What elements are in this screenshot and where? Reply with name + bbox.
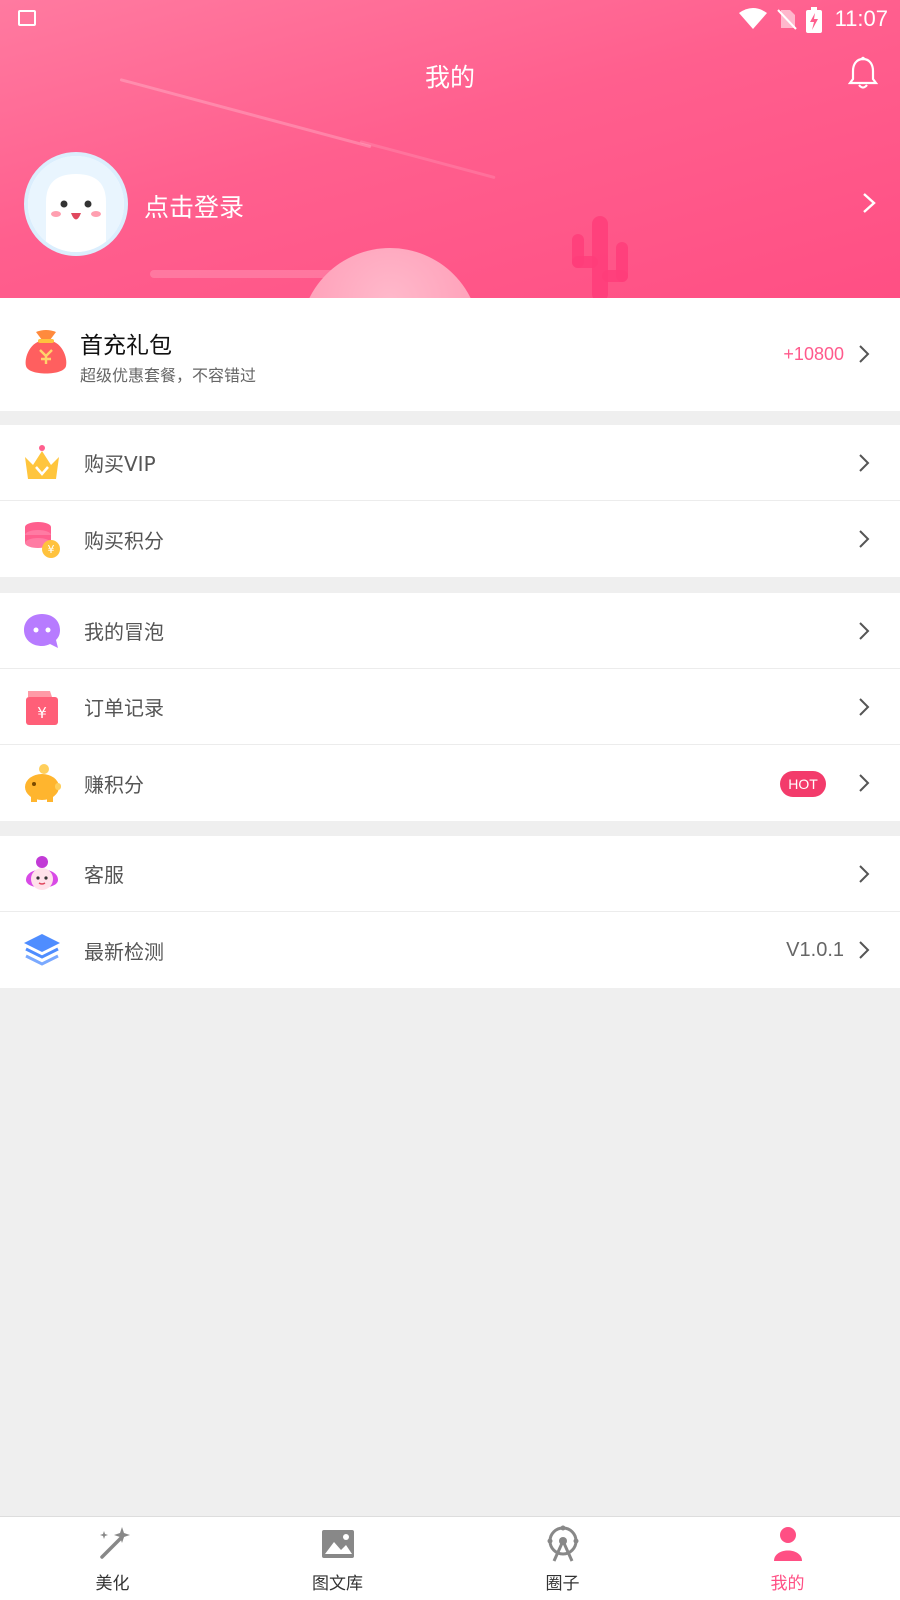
gift-subtitle: 超级优惠套餐，不容错过	[80, 366, 257, 385]
piggy-bank-icon	[25, 764, 61, 802]
menu-label: 订单记录	[84, 696, 164, 720]
cactus-decoration-icon	[572, 216, 628, 298]
ghost-avatar-icon	[28, 156, 124, 252]
tab-circle[interactable]: 圈子	[450, 1517, 675, 1600]
decor-hill	[300, 248, 480, 298]
menu-item-check-update[interactable]: 最新检测 V1.0.1	[0, 912, 900, 988]
tab-label: 我的	[770, 1574, 805, 1594]
avatar[interactable]	[24, 152, 128, 256]
login-prompt[interactable]: 点击登录	[144, 188, 244, 224]
chevron-right-icon	[859, 345, 870, 363]
layers-icon	[24, 934, 60, 966]
tab-beautify[interactable]: 美化	[0, 1517, 225, 1600]
tab-label: 图文库	[312, 1574, 363, 1594]
customer-service-icon	[26, 856, 58, 890]
purchase-section: 购买VIP ¥ 购买积分	[0, 425, 900, 577]
menu-item-earn-points[interactable]: 赚积分 HOT	[0, 745, 900, 821]
first-charge-gift-card[interactable]: 首充礼包 超级优惠套餐，不容错过 +10800	[0, 298, 900, 411]
hot-badge: HOT	[780, 771, 826, 797]
menu-label: 购买积分	[84, 528, 164, 553]
chevron-right-icon	[859, 530, 870, 548]
svg-text:¥: ¥	[37, 704, 47, 722]
status-bar: 11:07	[0, 0, 900, 38]
wallet-icon: ¥	[26, 691, 58, 725]
menu-label: 购买VIP	[84, 452, 156, 476]
menu-label: 我的冒泡	[84, 620, 164, 644]
menu-item-customer-service[interactable]: 客服	[0, 836, 900, 912]
profile-header: 11:07 我的 点击登录	[0, 0, 900, 298]
menu-label: 最新检测	[84, 939, 164, 964]
chevron-right-icon	[859, 865, 870, 883]
tab-mine[interactable]: 我的	[675, 1517, 900, 1600]
person-icon	[773, 1527, 802, 1561]
battery-charging-icon	[806, 7, 822, 33]
wifi-icon	[739, 8, 767, 29]
tab-label: 圈子	[545, 1574, 580, 1594]
chevron-right-icon	[859, 454, 870, 472]
money-bag-icon	[25, 330, 67, 374]
menu-item-my-bubble[interactable]: 我的冒泡	[0, 593, 900, 669]
svg-text:¥: ¥	[48, 543, 55, 556]
bottom-tab-bar: 美化 图文库 圈子 我的	[0, 1516, 900, 1600]
magic-wand-icon	[99, 1527, 130, 1559]
chat-bubble-icon	[24, 614, 60, 648]
menu-label: 客服	[84, 863, 124, 887]
gift-title: 首充礼包	[80, 333, 172, 359]
chevron-right-icon	[859, 622, 870, 640]
gift-amount: +10800	[783, 344, 844, 364]
chevron-right-icon[interactable]	[862, 192, 876, 214]
chevron-right-icon	[859, 774, 870, 792]
chevron-right-icon	[859, 941, 870, 959]
page-title: 我的	[424, 63, 475, 92]
image-icon	[321, 1530, 354, 1558]
menu-label: 赚积分	[84, 772, 144, 797]
gallery-notification-icon	[18, 10, 36, 26]
menu-item-order-records[interactable]: ¥ 订单记录	[0, 669, 900, 745]
tab-gallery[interactable]: 图文库	[225, 1517, 450, 1600]
tab-label: 美化	[95, 1574, 130, 1594]
chevron-right-icon	[859, 698, 870, 716]
ferris-wheel-icon	[547, 1525, 578, 1562]
version-text: V1.0.1	[786, 938, 844, 961]
menu-item-buy-vip[interactable]: 购买VIP	[0, 425, 900, 501]
status-time: 11:07	[834, 6, 888, 31]
menu-item-buy-points[interactable]: ¥ 购买积分	[0, 501, 900, 577]
coins-icon: ¥	[25, 522, 60, 558]
decor-streak	[359, 140, 496, 180]
support-section: 客服 最新检测 V1.0.1	[0, 836, 900, 988]
no-sim-icon	[777, 9, 797, 30]
activity-section: 我的冒泡 ¥ 订单记录 赚积分 HOT	[0, 593, 900, 821]
crown-icon	[25, 445, 59, 479]
bell-icon[interactable]	[848, 56, 878, 90]
